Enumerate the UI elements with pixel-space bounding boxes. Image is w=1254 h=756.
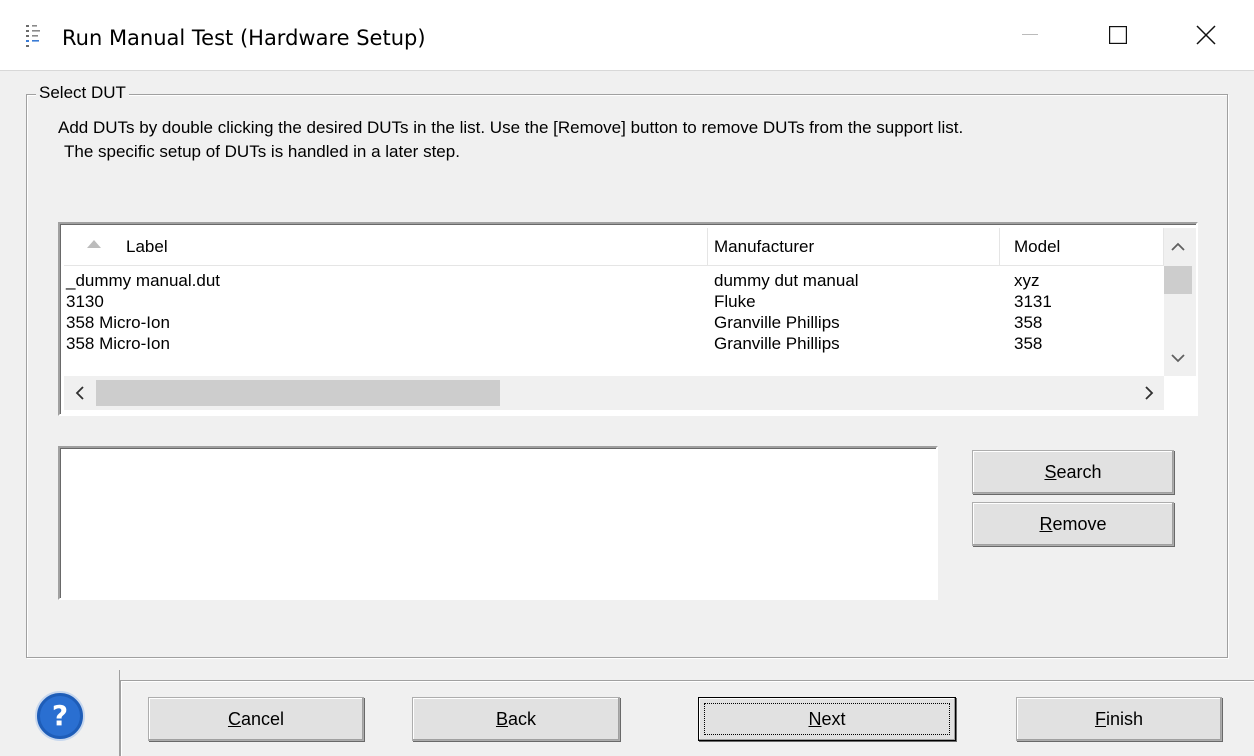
cell-manufacturer: Fluke xyxy=(714,292,756,311)
cancel-button-label: Cancel xyxy=(227,708,285,729)
window-title: Run Manual Test (Hardware Setup) xyxy=(62,26,426,50)
question-help-icon[interactable]: ? xyxy=(34,690,86,742)
cell-model: xyz xyxy=(1014,271,1040,290)
dut-list-view[interactable]: Label Manufacturer Model _dummy manual.d… xyxy=(58,222,1198,416)
chevron-down-icon xyxy=(1171,353,1185,362)
vertical-scroll-thumb[interactable] xyxy=(1164,266,1192,294)
scroll-down-button[interactable] xyxy=(1164,340,1192,376)
cell-manufacturer: Granville Phillips xyxy=(714,334,840,353)
instructions-line-2: The specific setup of DUTs is handled in… xyxy=(64,142,460,161)
chevron-left-icon xyxy=(75,386,84,400)
chevron-right-icon xyxy=(1144,386,1153,400)
cell-model: 358 xyxy=(1014,334,1043,353)
column-manufacturer-text: Manufacturer xyxy=(714,237,815,256)
support-list-box[interactable] xyxy=(58,446,938,600)
svg-text:?: ? xyxy=(52,699,68,732)
horizontal-scrollbar[interactable] xyxy=(64,376,1164,410)
search-button[interactable]: Search xyxy=(972,450,1174,494)
maximize-icon xyxy=(1109,26,1127,44)
cell-manufacturer: Granville Phillips xyxy=(714,313,840,332)
next-button-label: Next xyxy=(808,708,846,729)
cell-label: _dummy manual.dut xyxy=(66,271,221,290)
column-label-text: Label xyxy=(126,237,168,256)
next-button[interactable]: Next xyxy=(698,697,956,741)
sort-ascending-icon xyxy=(87,240,101,248)
instructions-line-1: Add DUTs by double clicking the desired … xyxy=(58,118,964,137)
back-button-label: Back xyxy=(495,708,537,729)
column-model-text: Model xyxy=(1014,237,1061,256)
remove-button-label: Remove xyxy=(1039,513,1107,534)
cell-model: 3131 xyxy=(1014,292,1052,311)
cancel-button[interactable]: Cancel xyxy=(148,697,364,741)
title-divider xyxy=(0,70,1254,71)
column-header-label[interactable]: Label xyxy=(64,228,708,266)
cell-label: 358 Micro-Ion xyxy=(66,334,170,353)
column-header-manufacturer[interactable]: Manufacturer xyxy=(708,228,1000,266)
close-button[interactable] xyxy=(1162,0,1250,70)
remove-button[interactable]: Remove xyxy=(972,502,1174,546)
list-gauge-icon xyxy=(26,25,40,47)
column-header-model[interactable]: Model xyxy=(1000,228,1164,266)
horizontal-scroll-thumb[interactable] xyxy=(96,380,500,406)
dut-list-content: Label Manufacturer Model _dummy manual.d… xyxy=(64,228,1164,376)
table-row[interactable]: 358 Micro-Ion Granville Phillips 358 xyxy=(64,312,1164,333)
vertical-scrollbar[interactable] xyxy=(1164,228,1196,376)
list-header: Label Manufacturer Model xyxy=(64,228,1164,266)
table-row[interactable]: 358 Micro-Ion Granville Phillips 358 xyxy=(64,333,1164,354)
cell-label: 3130 xyxy=(66,292,104,311)
scroll-up-button[interactable] xyxy=(1164,228,1192,264)
minimize-icon xyxy=(1022,34,1038,35)
search-button-label: Search xyxy=(1044,461,1102,482)
cell-manufacturer: dummy dut manual xyxy=(714,271,859,290)
maximize-button[interactable] xyxy=(1074,0,1162,70)
title-bar: Run Manual Test (Hardware Setup) xyxy=(0,0,1254,70)
scroll-right-button[interactable] xyxy=(1134,376,1164,410)
group-legend: Select DUT xyxy=(36,83,129,103)
table-row[interactable]: 3130 Fluke 3131 xyxy=(64,291,1164,312)
back-button[interactable]: Back xyxy=(412,697,620,741)
finish-button-label: Finish xyxy=(1094,708,1144,729)
cell-model: 358 xyxy=(1014,313,1043,332)
minimize-button[interactable] xyxy=(986,0,1074,70)
table-row[interactable]: _dummy manual.dut dummy dut manual xyz xyxy=(64,270,1164,291)
scroll-left-button[interactable] xyxy=(64,376,94,410)
chevron-up-icon xyxy=(1171,242,1185,251)
close-icon xyxy=(1196,25,1216,45)
cell-label: 358 Micro-Ion xyxy=(66,313,170,332)
finish-button[interactable]: Finish xyxy=(1016,697,1222,741)
